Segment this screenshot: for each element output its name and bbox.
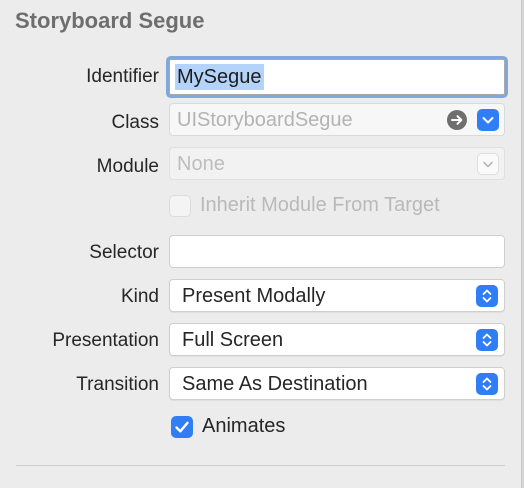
divider bbox=[16, 465, 505, 466]
kind-label: Kind bbox=[120, 286, 159, 307]
chevron-down-icon[interactable] bbox=[477, 109, 499, 131]
animates-label: Animates bbox=[202, 415, 286, 437]
presentation-popup-button[interactable]: Full Screen bbox=[169, 323, 505, 356]
identifier-label: Identifier bbox=[86, 66, 159, 87]
identifier-value: MySegue bbox=[175, 64, 264, 90]
module-combo-field: None bbox=[169, 147, 505, 180]
inherit-module-label: Inherit Module From Target bbox=[200, 194, 440, 216]
inherit-module-checkbox bbox=[169, 195, 191, 217]
module-label: Module bbox=[96, 156, 159, 177]
checkmark-icon bbox=[175, 421, 189, 433]
presentation-label: Presentation bbox=[52, 330, 159, 351]
kind-popup-button[interactable]: Present Modally bbox=[169, 279, 505, 312]
presentation-value: Full Screen bbox=[182, 329, 284, 351]
class-combo-field[interactable]: UIStoryboardSegue bbox=[169, 103, 505, 136]
up-down-chevron-icon bbox=[476, 329, 498, 351]
module-placeholder: None bbox=[177, 153, 225, 175]
animates-checkbox[interactable] bbox=[171, 416, 193, 438]
up-down-chevron-icon bbox=[476, 285, 498, 307]
transition-value: Same As Destination bbox=[182, 373, 368, 395]
selector-label: Selector bbox=[89, 242, 159, 263]
section-title: Storyboard Segue bbox=[15, 8, 205, 33]
identifier-field[interactable]: MySegue bbox=[169, 59, 505, 95]
up-down-chevron-icon bbox=[476, 373, 498, 395]
transition-label: Transition bbox=[76, 374, 159, 395]
kind-value: Present Modally bbox=[182, 285, 326, 307]
transition-popup-button[interactable]: Same As Destination bbox=[169, 367, 505, 400]
selector-field[interactable] bbox=[169, 235, 505, 268]
arrow-right-circle-icon[interactable] bbox=[447, 110, 467, 130]
chevron-down-icon bbox=[477, 153, 499, 175]
class-label: Class bbox=[111, 112, 159, 133]
class-placeholder: UIStoryboardSegue bbox=[177, 109, 353, 131]
